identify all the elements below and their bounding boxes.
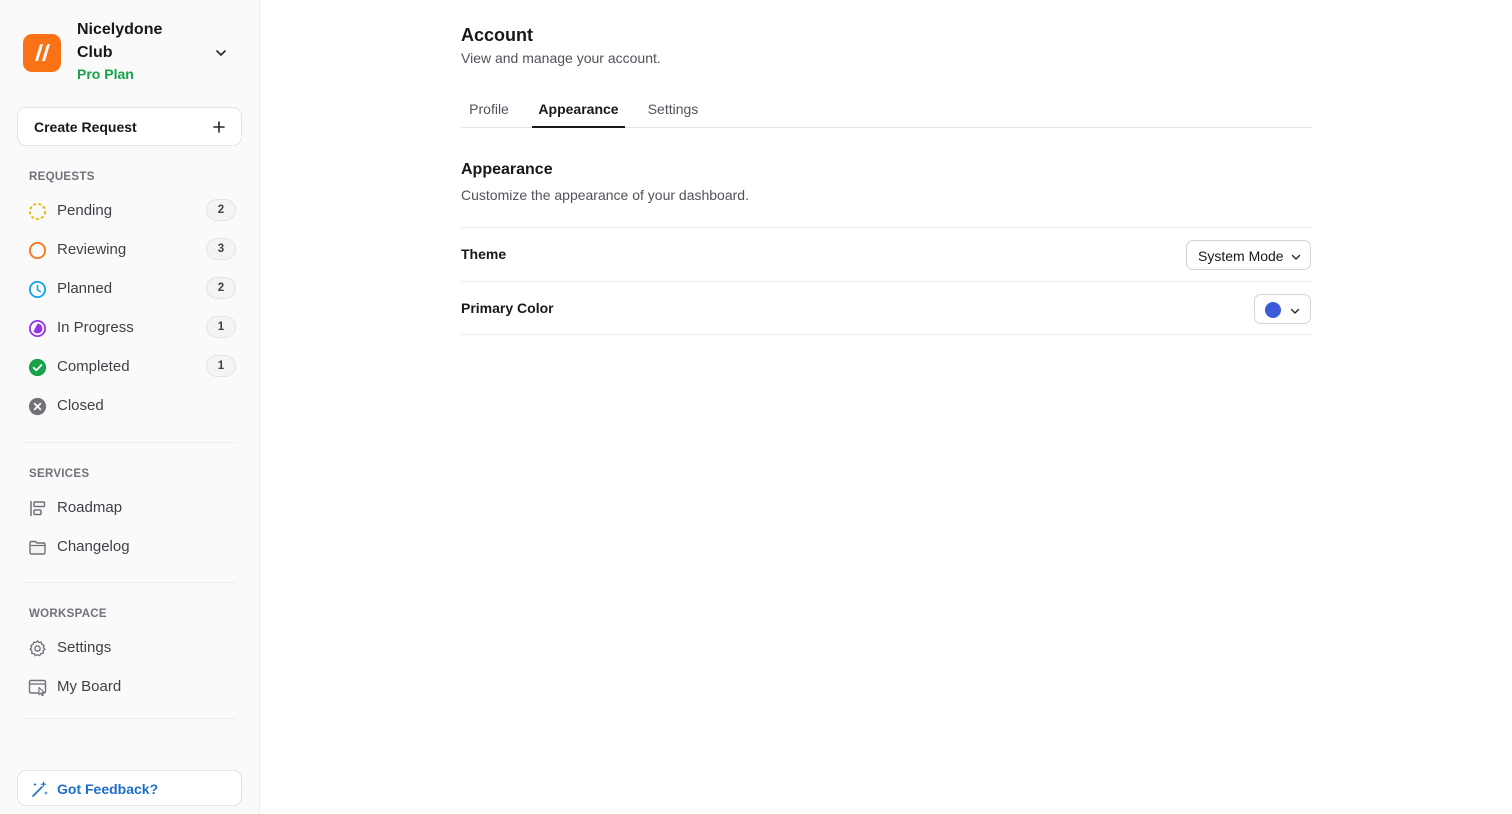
theme-row: Theme System Mode — [461, 227, 1312, 281]
appearance-heading: Appearance — [461, 161, 553, 178]
workspace-switcher[interactable]: Nicelydone Club Pro Plan — [23, 18, 243, 86]
chevron-down-icon — [1290, 250, 1302, 262]
primary-color-select[interactable] — [1254, 294, 1311, 324]
sidebar-item-pending[interactable]: Pending 2 — [18, 194, 240, 228]
pending-dashed-circle-icon — [28, 202, 47, 221]
sidebar-item-label: Pending — [57, 202, 113, 219]
count-badge: 1 — [206, 316, 236, 338]
theme-label: Theme — [461, 246, 507, 262]
sidebar-item-label: Roadmap — [57, 499, 123, 516]
sidebar-item-my-board[interactable]: My Board — [18, 670, 240, 704]
count-badge: 1 — [206, 355, 236, 377]
chevron-down-icon — [1289, 304, 1301, 316]
appearance-description: Customize the appearance of your dashboa… — [461, 187, 749, 203]
requests-section-title: REQUESTS — [29, 171, 95, 183]
account-tabs: Profile Appearance Settings — [461, 94, 1312, 128]
sidebar-divider — [24, 718, 236, 719]
got-feedback-label: Got Feedback? — [57, 781, 159, 797]
chevron-down-icon[interactable] — [213, 45, 229, 61]
plus-icon — [212, 120, 226, 134]
sidebar-item-changelog[interactable]: Changelog — [18, 530, 240, 564]
sidebar-item-completed[interactable]: Completed 1 — [18, 350, 240, 384]
check-circle-icon — [28, 358, 47, 377]
page-subtitle: View and manage your account. — [461, 50, 661, 66]
folder-icon — [28, 538, 47, 557]
services-section-title: SERVICES — [29, 468, 90, 480]
sidebar-item-label: Planned — [57, 280, 113, 297]
create-request-label: Create Request — [34, 119, 137, 135]
tab-settings[interactable]: Settings — [639, 94, 707, 128]
count-badge: 2 — [206, 199, 236, 221]
tab-profile[interactable]: Profile — [461, 94, 517, 128]
primary-color-row: Primary Color — [461, 281, 1312, 335]
feedback-sparkle-icon — [30, 779, 50, 799]
sidebar-item-reviewing[interactable]: Reviewing 3 — [18, 233, 240, 267]
page-title: Account — [461, 25, 533, 45]
sidebar-item-label: Completed — [57, 358, 130, 375]
workspace-plan: Pro Plan — [77, 66, 134, 82]
workspace-section-title: WORKSPACE — [29, 608, 107, 620]
sidebar-item-in-progress[interactable]: In Progress 1 — [18, 311, 240, 345]
count-badge: 2 — [206, 277, 236, 299]
sidebar-item-label: Settings — [57, 639, 112, 656]
sidebar-item-settings[interactable]: Settings — [18, 631, 240, 665]
sidebar-item-label: Reviewing — [57, 241, 127, 258]
reviewing-circle-icon — [28, 241, 47, 260]
sidebar-divider — [24, 442, 236, 443]
workspace-name: Nicelydone Club — [77, 21, 163, 61]
sidebar-item-label: In Progress — [57, 319, 134, 336]
clock-icon — [28, 280, 47, 299]
primary-color-label: Primary Color — [461, 300, 554, 316]
tab-appearance[interactable]: Appearance — [532, 94, 625, 128]
board-icon — [28, 678, 47, 697]
x-circle-icon — [28, 397, 47, 416]
theme-select[interactable]: System Mode — [1186, 240, 1311, 270]
sidebar: Nicelydone Club Pro Plan Create Request … — [0, 0, 260, 814]
count-badge: 3 — [206, 238, 236, 260]
sidebar-item-roadmap[interactable]: Roadmap — [18, 491, 240, 525]
half-circle-icon — [28, 319, 47, 338]
roadmap-icon — [28, 499, 47, 518]
sidebar-item-label: Changelog — [57, 538, 130, 555]
create-request-button[interactable]: Create Request — [17, 107, 242, 146]
sidebar-item-planned[interactable]: Planned 2 — [18, 272, 240, 306]
color-swatch — [1265, 302, 1281, 318]
sidebar-item-label: My Board — [57, 678, 122, 695]
got-feedback-button[interactable]: Got Feedback? — [17, 770, 242, 806]
sidebar-item-closed[interactable]: Closed — [18, 389, 240, 423]
sidebar-item-label: Closed — [57, 397, 104, 414]
workspace-logo-icon — [23, 34, 61, 72]
gear-icon — [28, 639, 47, 658]
sidebar-divider — [24, 582, 236, 583]
theme-select-value: System Mode — [1198, 248, 1284, 264]
account-main: Account View and manage your account. Pr… — [461, 0, 1312, 814]
